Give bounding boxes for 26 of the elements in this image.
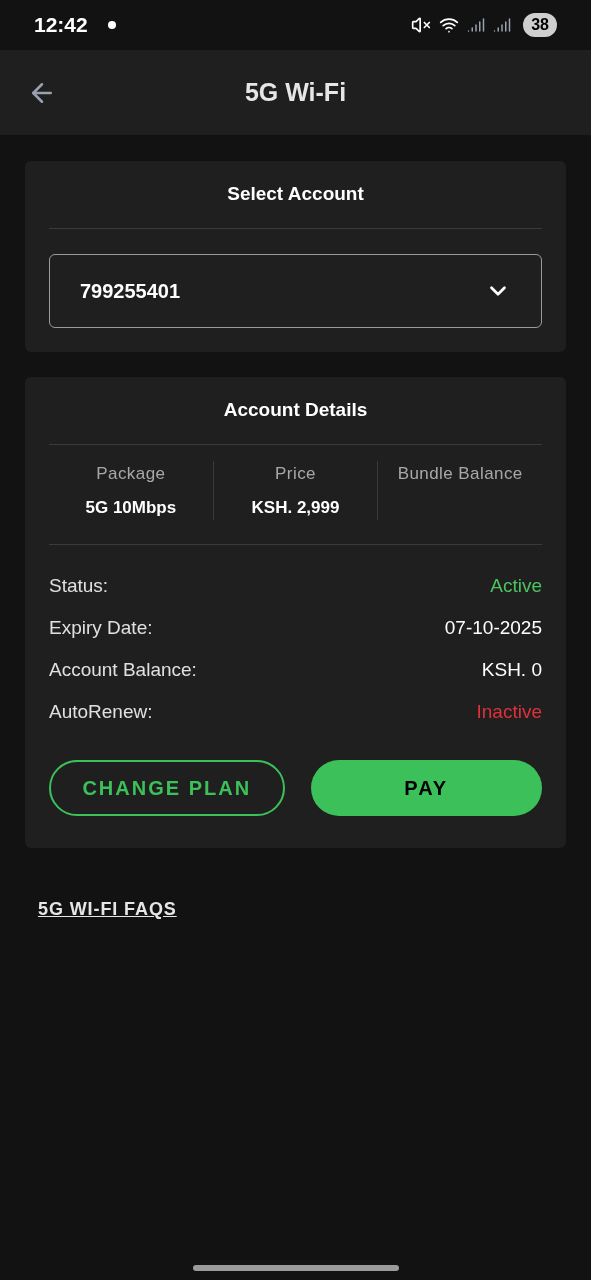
detail-label: Account Balance: [49, 658, 197, 683]
summary-label: Package [96, 463, 166, 485]
account-dropdown[interactable]: 799255401 [49, 254, 542, 328]
summary-value: 5G 10Mbps [85, 496, 177, 519]
card-title: Select Account [227, 182, 364, 207]
change-plan-button[interactable]: CHANGE PLAN [49, 760, 285, 816]
detail-value: KSH. 0 [481, 658, 542, 683]
summary-label: Price [275, 463, 316, 485]
page-title: 5G Wi-Fi [244, 76, 347, 108]
summary-value: KSH. 2,999 [251, 496, 340, 519]
wifi-icon [439, 15, 460, 35]
detail-label: Expiry Date: [49, 616, 153, 641]
battery-indicator: 38 [523, 13, 557, 37]
signal-icon [493, 16, 512, 34]
detail-label: Status: [49, 574, 109, 599]
detail-value: Active [490, 574, 542, 599]
status-time: 12:42 [34, 12, 88, 39]
card-title: Account Details [223, 398, 368, 423]
detail-value: Inactive [476, 700, 542, 725]
detail-value: 07-10-2025 [444, 616, 542, 641]
faq-link[interactable]: 5G WI-FI FAQS [38, 896, 177, 923]
signal-icon [467, 16, 486, 34]
summary-label: Bundle Balance [397, 463, 523, 485]
pay-button[interactable]: PAY [310, 760, 542, 816]
detail-label: AutoRenew: [49, 700, 153, 725]
mute-icon [411, 15, 432, 35]
